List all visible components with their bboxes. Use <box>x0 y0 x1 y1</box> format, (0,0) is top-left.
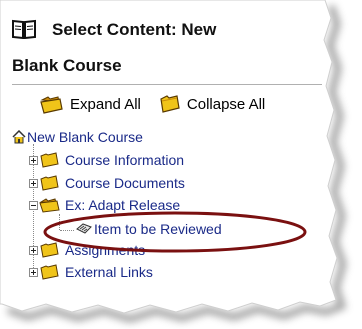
folder-icon <box>40 175 59 191</box>
panel-header: Select Content: New Blank Course <box>12 16 312 80</box>
folder-icon <box>40 264 59 280</box>
tree-item-course-documents[interactable]: Course Documents <box>29 174 185 192</box>
tree-item-course-information[interactable]: Course Information <box>29 151 184 169</box>
tree-toolbar: Expand All Collapse All <box>40 94 265 114</box>
collapse-all-button[interactable]: Collapse All <box>159 94 265 114</box>
highlight-ellipse <box>43 211 307 253</box>
tree-item-label: Course Documents <box>65 175 185 191</box>
book-icon <box>12 19 36 48</box>
tree-root[interactable]: New Blank Course <box>12 128 143 146</box>
collapse-all-label: Collapse All <box>186 95 266 113</box>
folder-icon <box>160 95 180 113</box>
tree-item-label: External Links <box>65 264 153 280</box>
tree-item-label: Course Information <box>65 152 185 168</box>
page-title-line2: Blank Course <box>12 56 122 75</box>
expand-toggle[interactable] <box>29 267 38 277</box>
tree-item-external-links[interactable]: External Links <box>29 263 153 281</box>
header-divider <box>12 84 322 85</box>
page-title-line1: Select Content: New <box>52 20 217 39</box>
collapse-toggle[interactable] <box>29 200 38 210</box>
tree-root-label: New Blank Course <box>27 129 143 145</box>
select-content-panel: Select Content: New Blank Course Expand … <box>2 2 324 312</box>
expand-all-label: Expand All <box>70 95 141 113</box>
expand-toggle[interactable] <box>29 178 38 188</box>
folder-icon <box>40 152 59 168</box>
home-icon <box>12 130 26 144</box>
expand-toggle[interactable] <box>29 245 38 255</box>
open-folder-icon <box>40 96 63 114</box>
expand-all-button[interactable]: Expand All <box>40 94 141 114</box>
expand-toggle[interactable] <box>29 155 38 165</box>
